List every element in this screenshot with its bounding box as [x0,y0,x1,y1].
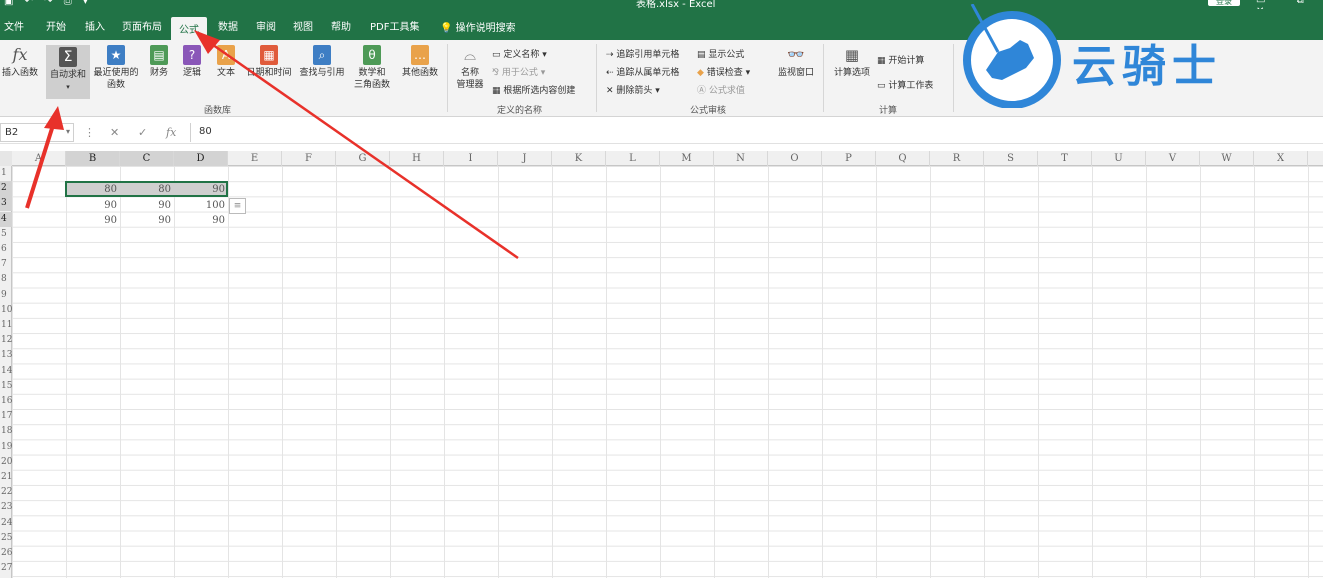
arrow-to-formulas-tab [205,38,519,260]
arrow-to-autosum-head [44,106,64,130]
annotation-arrows [25,30,519,260]
excel-window: ▣ ↶ ↷ ⎙ ▾ 表格.xlsx - Excel 登录 ▭ ⧉ ✕ 文件 开始… [0,0,1323,578]
arrow-to-formulas-tab-head [194,30,220,54]
arrow-to-autosum [25,121,56,209]
